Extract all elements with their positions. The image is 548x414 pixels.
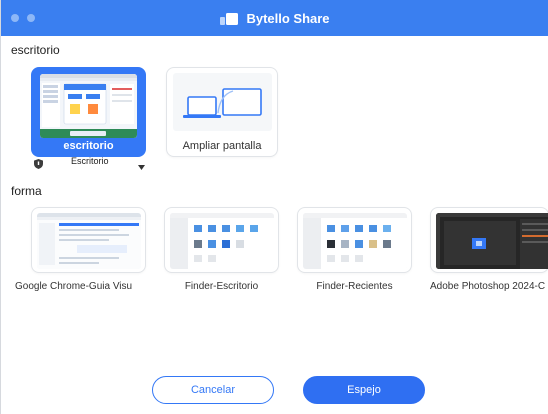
- shield-icon: [34, 156, 43, 174]
- share-window: Bytello Share escritorio escritorio Ampl…: [0, 0, 548, 414]
- finder-recent-thumbnail: [303, 213, 407, 269]
- windows-section-title: forma: [11, 184, 42, 198]
- title-bar: Bytello Share: [1, 0, 548, 36]
- mirror-button[interactable]: Espejo: [303, 376, 425, 404]
- window-card-photoshop[interactable]: [430, 207, 548, 273]
- finder-desktop-thumbnail: [170, 213, 274, 269]
- window-card-chrome[interactable]: [31, 207, 146, 273]
- desktop-card-label: escritorio: [63, 140, 114, 152]
- photoshop-thumbnail: [436, 213, 548, 269]
- window-title: Bytello Share: [1, 0, 548, 36]
- desktop-section-title: escritorio: [11, 43, 60, 57]
- window-card-finder-recent[interactable]: [297, 207, 412, 273]
- chrome-window-thumbnail: [37, 213, 141, 269]
- triangle-down-icon: [138, 158, 145, 176]
- extend-screen-label: Ampliar pantalla: [182, 140, 262, 152]
- window-card-chrome-label: Google Chrome-Guia Visu: [15, 281, 133, 292]
- desktop-thumbnail: [40, 74, 137, 138]
- display-selector[interactable]: Escritorio: [34, 155, 149, 170]
- extend-screen-icon: [173, 73, 272, 131]
- desktop-card[interactable]: escritorio: [31, 67, 146, 157]
- window-card-finder-desktop-label: Finder-Escritorio: [184, 281, 259, 292]
- bytello-share-icon: [220, 11, 239, 25]
- display-selector-value: Escritorio: [71, 156, 109, 166]
- window-card-finder-desktop[interactable]: [164, 207, 279, 273]
- extend-screen-card[interactable]: Ampliar pantalla: [166, 67, 278, 157]
- window-card-finder-recent-label: Finder-Recientes: [316, 281, 393, 292]
- window-card-photoshop-label: Adobe Photoshop 2024-C: [430, 281, 546, 292]
- window-title-text: Bytello Share: [246, 10, 330, 26]
- cancel-button[interactable]: Cancelar: [152, 376, 274, 404]
